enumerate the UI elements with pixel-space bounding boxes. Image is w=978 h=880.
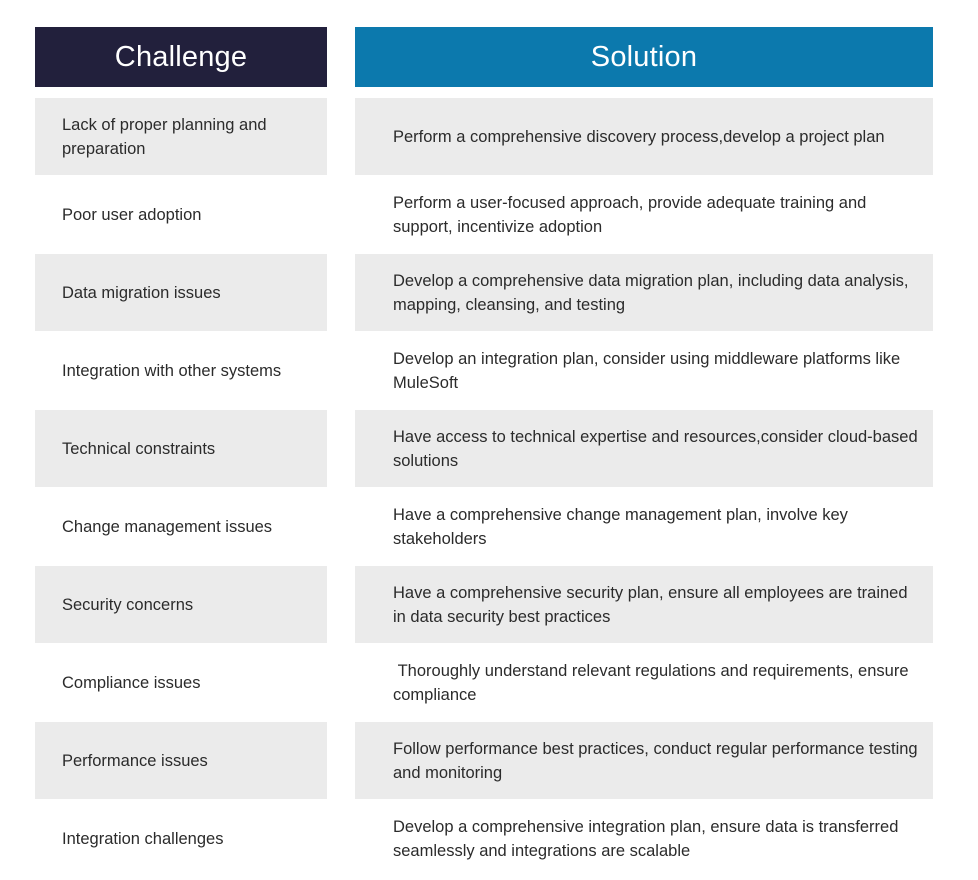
cell-solution-text: Develop an integration plan, consider us… — [393, 349, 905, 392]
challenge-solution-table: Challenge Solution Lack of proper planni… — [0, 0, 978, 880]
cell-solution: Have access to technical expertise and r… — [355, 410, 933, 487]
cell-challenge-text: Technical constraints — [62, 439, 216, 458]
cell-solution-text: Follow performance best practices, condu… — [393, 739, 923, 782]
cell-solution: Develop a comprehensive integration plan… — [355, 800, 933, 877]
table-row: Lack of proper planning and preparation P… — [0, 98, 978, 176]
cell-solution-text: Have access to technical expertise and r… — [393, 427, 923, 470]
cell-solution-text: Perform a user-focused approach, provide… — [393, 193, 871, 236]
cell-challenge: Performance issues — [35, 722, 327, 799]
cell-challenge-text: Compliance issues — [62, 673, 201, 692]
column-header-solution-label: Solution — [590, 40, 698, 73]
column-header-solution: Solution — [355, 27, 933, 87]
cell-challenge-text: Lack of proper planning and preparation — [62, 115, 272, 158]
cell-challenge-text: Integration with other systems — [62, 361, 282, 380]
table-row: Performance issues Follow performance bes… — [0, 722, 978, 800]
cell-solution: Perform a user-focused approach, provide… — [355, 176, 933, 253]
cell-solution: Have a comprehensive security plan, ensu… — [355, 566, 933, 643]
cell-challenge: Integration with other systems — [35, 332, 327, 409]
cell-challenge: Lack of proper planning and preparation — [35, 98, 327, 175]
table-row: Compliance issues Thoroughly understand … — [0, 644, 978, 722]
table-row: Poor user adoption Perform a user-focused… — [0, 176, 978, 254]
cell-challenge: Security concerns — [35, 566, 327, 643]
table-body: Lack of proper planning and preparation P… — [0, 98, 978, 878]
cell-challenge-text: Performance issues — [62, 751, 208, 770]
cell-challenge-text: Data migration issues — [62, 283, 221, 302]
table-row: Security concerns Have a comprehensive se… — [0, 566, 978, 644]
table-header-row: Challenge Solution — [0, 27, 978, 87]
cell-challenge-text: Integration challenges — [62, 829, 224, 848]
cell-challenge: Change management issues — [35, 488, 327, 565]
column-header-challenge: Challenge — [35, 27, 327, 87]
cell-solution: Develop a comprehensive data migration p… — [355, 254, 933, 331]
cell-solution-text: Develop a comprehensive data migration p… — [393, 271, 914, 314]
cell-solution: Have a comprehensive change management p… — [355, 488, 933, 565]
table-row: Integration challenges Develop a comprehe… — [0, 800, 978, 878]
table-row: Technical constraints Have access to tech… — [0, 410, 978, 488]
cell-solution-text: Develop a comprehensive integration plan… — [393, 817, 903, 860]
cell-solution-text: Have a comprehensive change management p… — [393, 505, 853, 548]
cell-challenge: Poor user adoption — [35, 176, 327, 253]
cell-challenge-text: Security concerns — [62, 595, 194, 614]
table-row: Integration with other systems Develop an… — [0, 332, 978, 410]
cell-challenge: Technical constraints — [35, 410, 327, 487]
cell-challenge: Data migration issues — [35, 254, 327, 331]
cell-solution: Thoroughly understand relevant regulatio… — [355, 644, 933, 721]
table-row: Change management issues Have a comprehen… — [0, 488, 978, 566]
column-header-challenge-label: Challenge — [114, 40, 248, 73]
cell-solution-text: Perform a comprehensive discovery proces… — [393, 127, 885, 146]
cell-solution-text: Have a comprehensive security plan, ensu… — [393, 583, 913, 626]
cell-challenge: Compliance issues — [35, 644, 327, 721]
cell-solution: Perform a comprehensive discovery proces… — [355, 98, 933, 175]
cell-challenge: Integration challenges — [35, 800, 327, 877]
cell-solution: Develop an integration plan, consider us… — [355, 332, 933, 409]
cell-challenge-text: Poor user adoption — [62, 205, 202, 224]
cell-solution: Follow performance best practices, condu… — [355, 722, 933, 799]
cell-challenge-text: Change management issues — [62, 517, 273, 536]
cell-solution-text: Thoroughly understand relevant regulatio… — [393, 661, 914, 704]
table-row: Data migration issues Develop a comprehen… — [0, 254, 978, 332]
